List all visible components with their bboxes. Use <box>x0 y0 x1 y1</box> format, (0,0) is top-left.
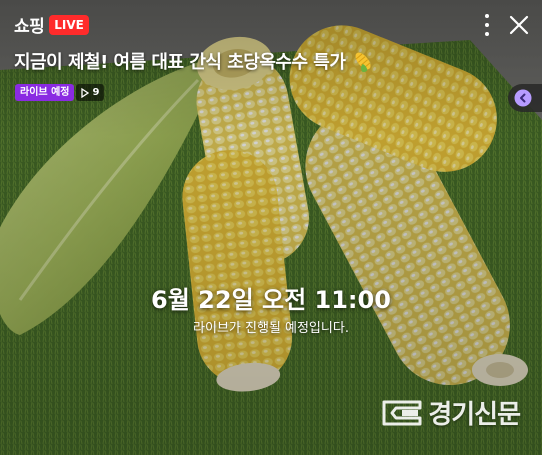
view-count-badge: 9 <box>76 84 105 101</box>
broadcast-title-text: 지금이 제철! 여름 대표 간식 초당옥수수 특가 <box>14 52 346 73</box>
live-shopping-player[interactable]: 쇼핑 LIVE 지금이 제철! 여름 대표 간식 초당옥수수 특가 라이브 예정… <box>0 0 542 455</box>
chevron-left-icon <box>514 89 532 107</box>
more-dot-icon <box>485 14 489 18</box>
publisher-logo-icon <box>382 400 422 425</box>
play-icon <box>81 87 90 98</box>
publisher-watermark: 경기신문 <box>382 394 521 431</box>
more-dot-icon <box>485 32 489 36</box>
broadcast-title: 지금이 제철! 여름 대표 간식 초당옥수수 특가 <box>14 48 502 74</box>
scheduled-datetime: 6월 22일 오전 11:00 <box>151 286 391 314</box>
corn-emoji-icon <box>355 52 371 73</box>
scheduled-notice: 라이브가 진행될 예정입니다. <box>193 321 349 336</box>
live-badge: LIVE <box>49 14 89 35</box>
side-panel-toggle-button[interactable] <box>508 84 542 112</box>
publisher-watermark-text: 경기신문 <box>428 400 521 430</box>
more-dot-icon <box>485 23 489 27</box>
shopping-brand-label: 쇼핑 <box>14 17 45 37</box>
broadcast-meta: 라이브 예정 9 <box>15 84 105 101</box>
view-count: 9 <box>92 87 100 98</box>
status-badge: 라이브 예정 <box>15 84 75 101</box>
more-options-button[interactable] <box>480 14 494 36</box>
service-header: 쇼핑 LIVE <box>14 12 89 37</box>
close-icon[interactable] <box>508 14 530 36</box>
